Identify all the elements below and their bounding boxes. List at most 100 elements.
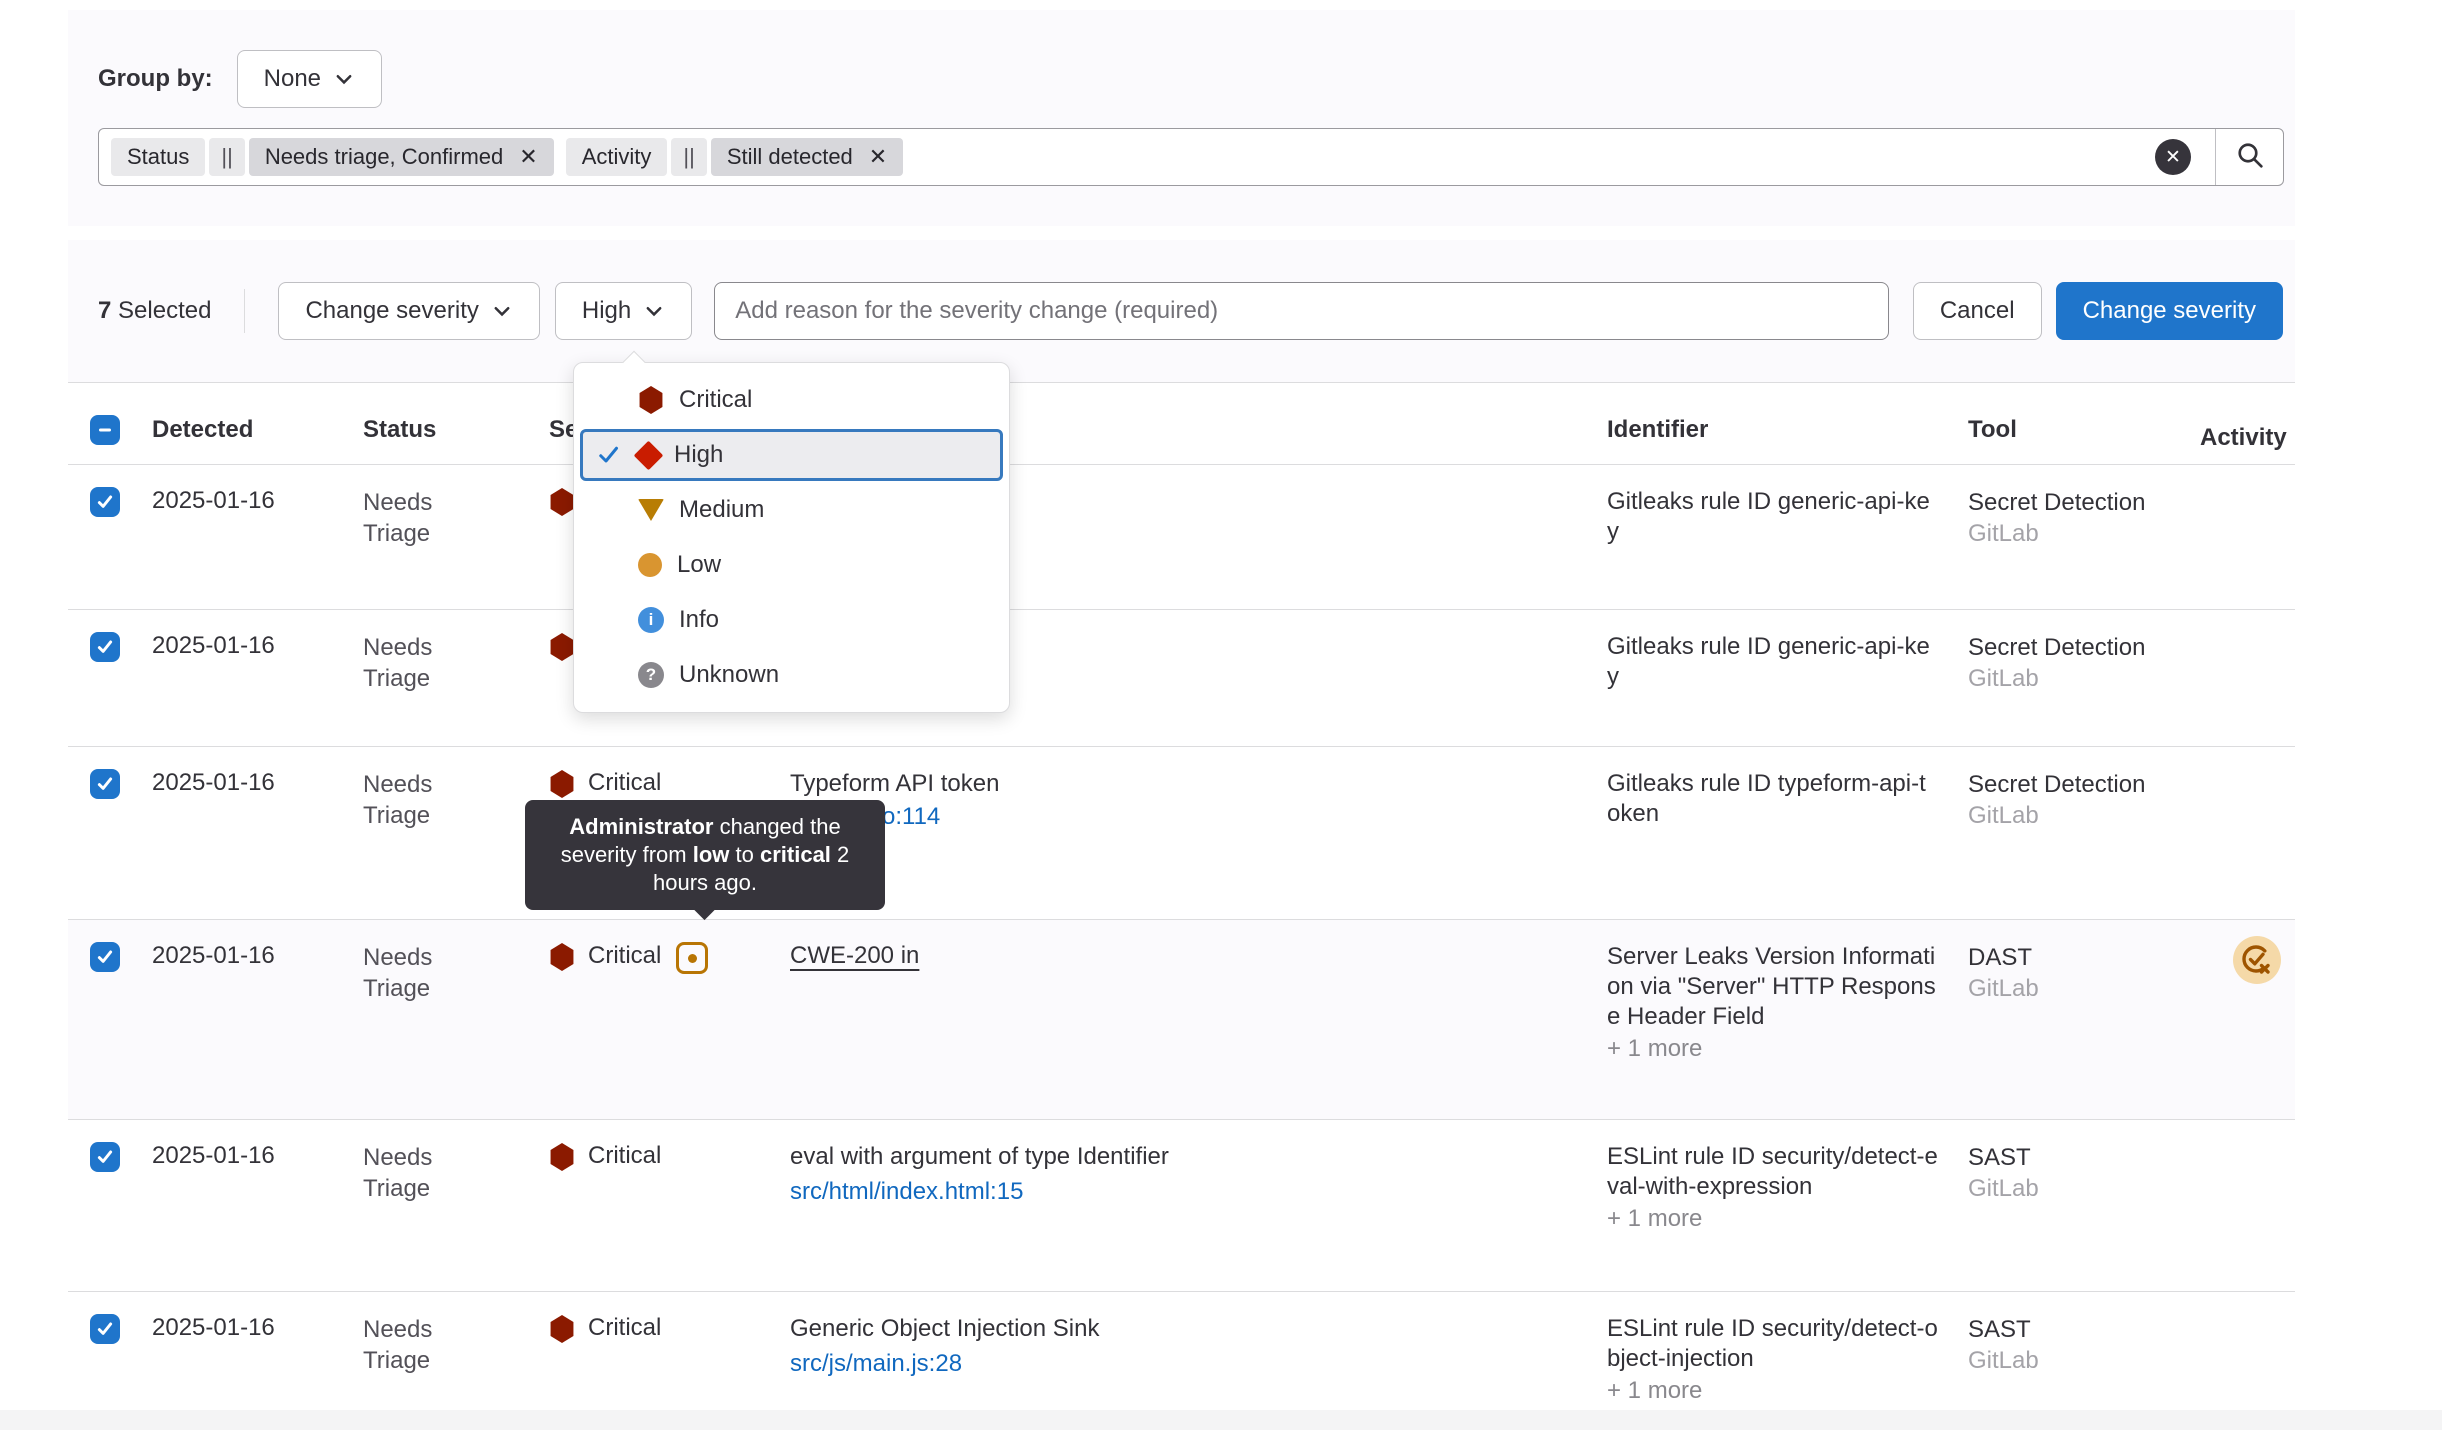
- table-row: 2025-01-16 Needs Triage Critical eval wi…: [68, 1120, 2295, 1292]
- change-severity-submit-button[interactable]: Change severity: [2056, 282, 2283, 340]
- severity-value-dropdown[interactable]: High: [555, 282, 692, 340]
- clear-search-icon[interactable]: ✕: [2155, 139, 2191, 175]
- severity-option[interactable]: High: [580, 429, 1003, 481]
- filters-section: Group by: None Status || Needs triage, C…: [68, 10, 2295, 226]
- selected-count: 7 Selected: [98, 297, 211, 325]
- tool-vendor: GitLab: [1968, 1173, 2175, 1204]
- info-severity-icon: i: [638, 607, 664, 633]
- severity-option[interactable]: ? Unknown: [580, 649, 1003, 701]
- header-detected: Detected: [152, 416, 363, 444]
- group-by-label: Group by:: [98, 65, 213, 93]
- row-checkbox[interactable]: [90, 1314, 120, 1344]
- finding-title[interactable]: Typeform API token: [790, 769, 1567, 799]
- identifier-text: ESLint rule ID security/detect-object-in…: [1607, 1314, 1938, 1374]
- severity-option[interactable]: Medium: [580, 484, 1003, 536]
- filter-token-activity: Activity || Still detected ✕: [566, 138, 904, 176]
- row-checkbox[interactable]: [90, 942, 120, 972]
- remove-token-icon[interactable]: ✕: [869, 146, 887, 168]
- row-checkbox[interactable]: [90, 632, 120, 662]
- filter-token-name[interactable]: Activity: [566, 138, 668, 176]
- finding-title[interactable]: Generic Object Injection Sink: [790, 1314, 1567, 1344]
- severity-dropdown-menu: Critical High Medium Low i Info ? Unk: [573, 362, 1010, 713]
- status-label: Needs Triage: [363, 610, 549, 746]
- filter-token-operator[interactable]: ||: [209, 138, 244, 176]
- filtered-search-bar[interactable]: Status || Needs triage, Confirmed ✕ Acti…: [98, 128, 2284, 186]
- identifier-text: Gitleaks rule ID typeform-api-token: [1607, 769, 1938, 829]
- critical-severity-icon: [549, 633, 575, 661]
- finding-title-link[interactable]: CWE-200 in: [790, 942, 919, 970]
- table-row: 2025-01-16 Needs Triage Critical Gitleak…: [68, 610, 2295, 747]
- activity-no-longer-detected-icon[interactable]: [2233, 936, 2281, 991]
- row-checkbox[interactable]: [90, 487, 120, 517]
- tool-name: SAST: [1968, 1314, 2175, 1345]
- severity-option-label: Critical: [679, 386, 752, 414]
- group-by-dropdown[interactable]: None: [237, 50, 382, 108]
- detected-date: 2025-01-16: [152, 920, 363, 1119]
- finding-location-link[interactable]: src/js/main.js:28: [790, 1350, 962, 1378]
- severity-option[interactable]: Critical: [580, 374, 1003, 426]
- table-body: 2025-01-16 Needs Triage Critical Gitleak…: [68, 465, 2295, 1411]
- critical-severity-icon: [549, 1143, 575, 1171]
- identifier-text: ESLint rule ID security/detect-eval-with…: [1607, 1142, 1938, 1202]
- header-status: Status: [363, 416, 549, 444]
- check-icon: [595, 553, 623, 577]
- critical-severity-icon: [549, 943, 575, 971]
- header-tool: Tool: [1968, 416, 2175, 444]
- identifier-text: Server Leaks Version Information via "Se…: [1607, 942, 1938, 1032]
- divider: [244, 289, 245, 333]
- tool-vendor: GitLab: [1968, 973, 2175, 1004]
- identifier-text: Gitleaks rule ID generic-api-key: [1607, 632, 1938, 692]
- group-by-value: None: [264, 65, 321, 93]
- severity-option-label: Info: [679, 606, 719, 634]
- row-checkbox[interactable]: [90, 769, 120, 799]
- tool-name: Secret Detection: [1968, 632, 2175, 663]
- filter-token-value[interactable]: Still detected ✕: [711, 138, 903, 176]
- chevron-down-icon: [333, 68, 355, 90]
- header-identifier: Identifier: [1607, 416, 1968, 444]
- severity-option[interactable]: i Info: [580, 594, 1003, 646]
- severity-reason-input[interactable]: [714, 282, 1889, 340]
- critical-severity-icon: [549, 488, 575, 516]
- check-icon: [595, 663, 623, 687]
- critical-severity-icon: [549, 770, 575, 798]
- check-icon: [595, 443, 623, 467]
- severity-label: Critical: [588, 769, 661, 797]
- severity-option-label: Low: [677, 551, 721, 579]
- finding-title[interactable]: eval with argument of type Identifier: [790, 1142, 1567, 1172]
- row-checkbox[interactable]: [90, 1142, 120, 1172]
- high-severity-icon: [634, 440, 664, 470]
- status-label: Needs Triage: [363, 465, 549, 609]
- severity-label: Critical: [588, 1142, 661, 1170]
- severity-option-label: High: [674, 441, 723, 469]
- table-header-row: Detected Status Severity Identifier Tool…: [68, 395, 2295, 465]
- filter-token-status: Status || Needs triage, Confirmed ✕: [111, 138, 554, 176]
- tool-name: SAST: [1968, 1142, 2175, 1173]
- unknown-severity-icon: ?: [638, 662, 664, 688]
- search-button[interactable]: [2215, 129, 2283, 185]
- severity-label: Critical: [588, 1314, 661, 1342]
- cancel-button[interactable]: Cancel: [1913, 282, 2042, 340]
- filter-token-operator[interactable]: ||: [671, 138, 706, 176]
- critical-severity-icon: [638, 386, 664, 414]
- table-row: 2025-01-16 Needs Triage Critical Gitleak…: [68, 465, 2295, 610]
- tool-name: DAST: [1968, 942, 2175, 973]
- remove-token-icon[interactable]: ✕: [519, 146, 537, 168]
- header-activity: Activity: [2175, 408, 2295, 452]
- severity-override-icon[interactable]: [676, 942, 708, 974]
- detected-date: 2025-01-16: [152, 610, 363, 746]
- severity-option-label: Unknown: [679, 661, 779, 689]
- finding-location-link[interactable]: src/html/index.html:15: [790, 1178, 1023, 1206]
- vulnerability-table: Detected Status Severity Identifier Tool…: [68, 395, 2295, 1411]
- identifier-text: Gitleaks rule ID generic-api-key: [1607, 487, 1938, 547]
- tool-vendor: GitLab: [1968, 1345, 2175, 1376]
- identifier-more-label: + 1 more: [1607, 1204, 1938, 1234]
- finding-location-link[interactable]: o:114: [882, 803, 940, 831]
- severity-label: Critical: [588, 942, 661, 970]
- change-severity-dropdown[interactable]: Change severity: [278, 282, 539, 340]
- filter-token-value[interactable]: Needs triage, Confirmed ✕: [249, 138, 554, 176]
- tool-vendor: GitLab: [1968, 663, 2175, 694]
- filter-token-name[interactable]: Status: [111, 138, 205, 176]
- select-all-checkbox[interactable]: [90, 415, 120, 445]
- bulk-action-toolbar: 7 Selected Change severity High Cancel C…: [68, 240, 2295, 383]
- severity-option[interactable]: Low: [580, 539, 1003, 591]
